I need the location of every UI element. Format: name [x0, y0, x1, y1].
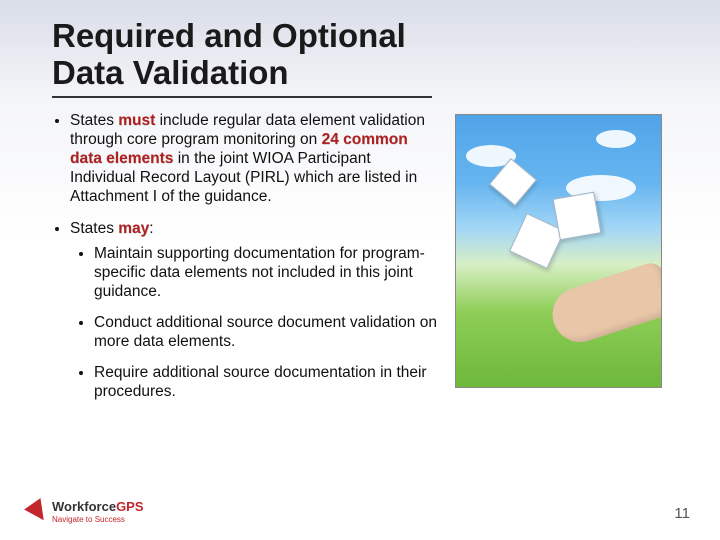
logo-word1: Workforce [52, 499, 116, 514]
sub-bullet-a: Maintain supporting documentation for pr… [94, 245, 437, 302]
b2-may: may [118, 220, 149, 237]
sub-bullet-c: Require additional source documentation … [94, 364, 437, 402]
bullet-2: States may: Maintain supporting document… [70, 220, 437, 401]
logo-arrow-icon [24, 498, 52, 526]
b1-pre: States [70, 112, 118, 129]
b1-must: must [118, 112, 155, 129]
slide-title: Required and Optional Data Validation [52, 18, 432, 98]
hand-icon [545, 260, 662, 349]
bullet-list: States must include regular data element… [52, 112, 437, 402]
footer-logo: WorkforceGPS Navigate to Success [28, 500, 144, 524]
content-row: States must include regular data element… [52, 112, 680, 416]
cloud-icon [596, 130, 636, 148]
sub-bullet-b: Conduct additional source document valid… [94, 314, 437, 352]
logo-text-block: WorkforceGPS Navigate to Success [52, 500, 144, 524]
text-column: States must include regular data element… [52, 112, 437, 416]
puzzle-piece-icon [553, 192, 602, 241]
b2-pre: States [70, 220, 118, 237]
logo-tagline: Navigate to Success [52, 515, 144, 524]
slide: Required and Optional Data Validation St… [0, 0, 720, 540]
b2-colon: : [149, 220, 153, 237]
decorative-image [455, 114, 662, 388]
sub-bullet-list: Maintain supporting documentation for pr… [70, 245, 437, 401]
logo-text: WorkforceGPS [52, 500, 144, 513]
logo-word2: GPS [116, 499, 143, 514]
page-number: 11 [674, 505, 690, 522]
bullet-1: States must include regular data element… [70, 112, 437, 207]
